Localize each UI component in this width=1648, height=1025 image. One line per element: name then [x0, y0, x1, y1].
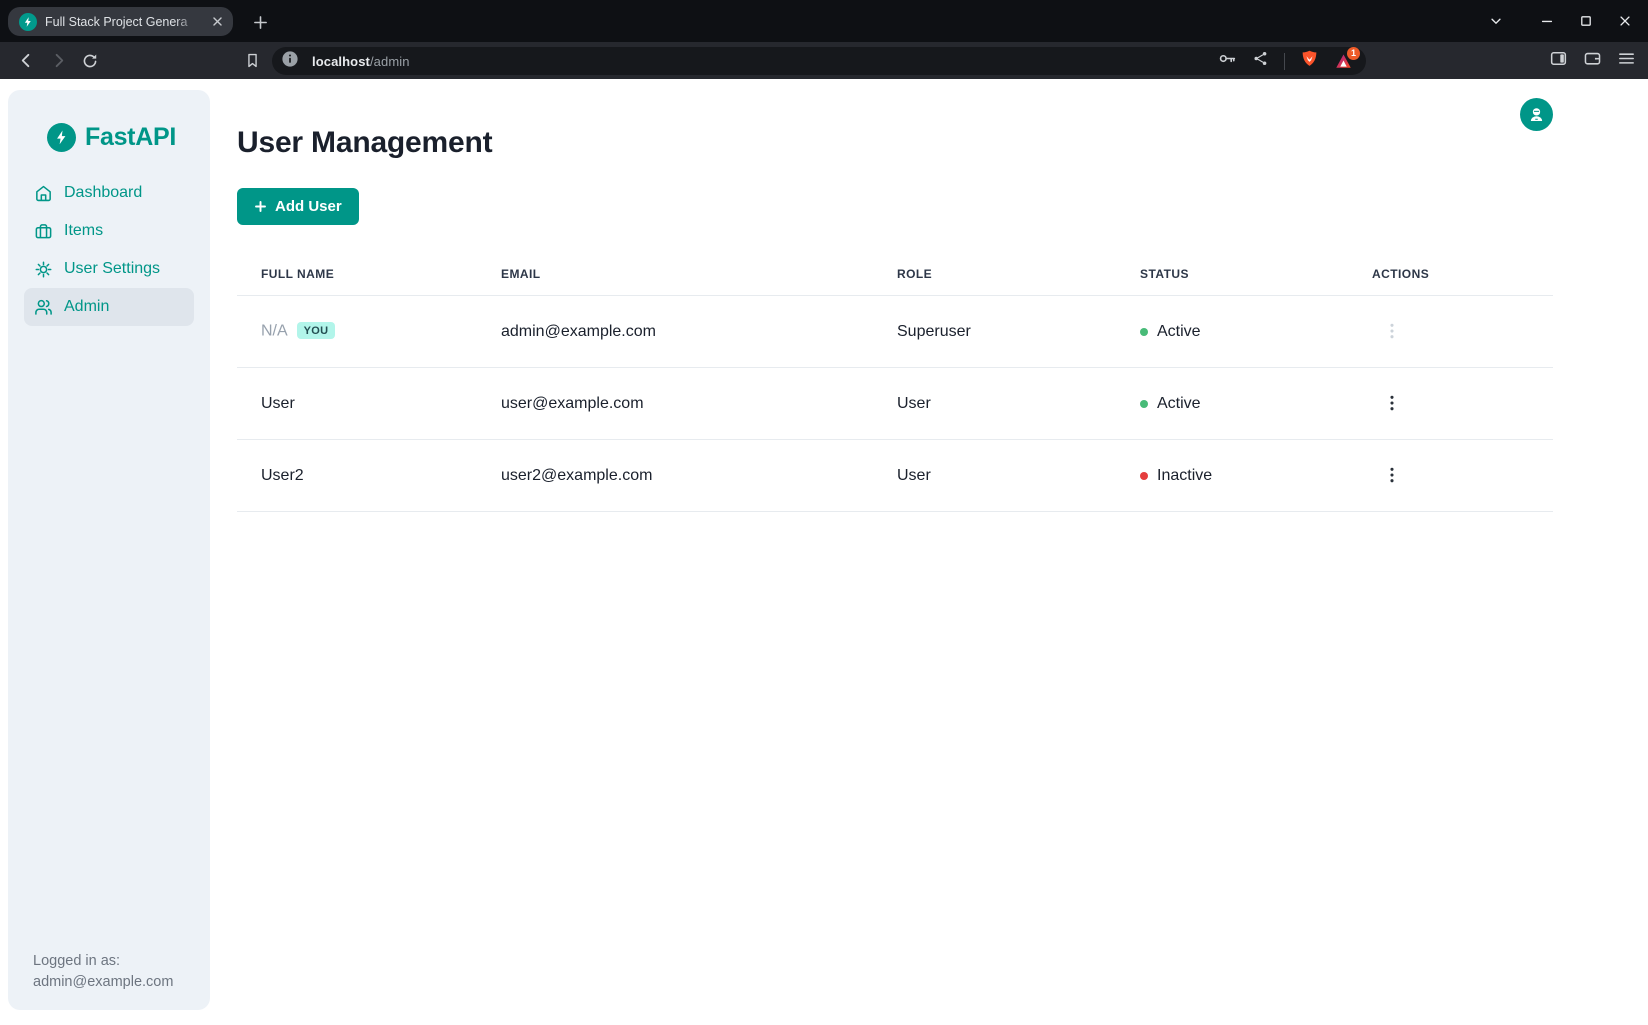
sidebar-nav: Dashboard Items User Settings Admin	[24, 174, 194, 326]
row-actions-menu-button[interactable]	[1384, 463, 1400, 487]
brave-shield-icon[interactable]	[1300, 49, 1319, 73]
you-badge: YOU	[297, 322, 336, 339]
cell-status: Active	[1157, 395, 1201, 413]
fastapi-favicon-icon	[19, 13, 37, 31]
url-path: /admin	[370, 54, 410, 69]
wallet-icon[interactable]	[1583, 49, 1602, 73]
table-row: User2 user2@example.com User Inactive	[237, 440, 1553, 512]
kebab-icon	[1390, 467, 1394, 483]
logo-text: FastAPI	[85, 123, 176, 152]
status-dot	[1140, 328, 1148, 336]
gear-icon	[34, 260, 53, 279]
col-role: ROLE	[873, 261, 1116, 296]
fastapi-bolt-icon	[47, 123, 76, 152]
logged-in-email: admin@example.com	[33, 972, 173, 993]
col-actions: ACTIONS	[1348, 261, 1553, 296]
new-tab-button[interactable]	[247, 9, 273, 35]
tab-close-icon[interactable]	[211, 15, 224, 28]
window-controls	[1483, 0, 1638, 42]
sidebar-item-label: Items	[64, 222, 103, 240]
main-content: User Management Add User FULL NAME EMAIL…	[237, 79, 1553, 512]
table-row: User user@example.com User Active	[237, 368, 1553, 440]
url-host: localhost	[312, 54, 370, 69]
sidebar-item-dashboard[interactable]: Dashboard	[24, 174, 194, 212]
brave-rewards-icon[interactable]: 1	[1334, 52, 1353, 71]
kebab-icon	[1390, 395, 1394, 411]
url-bar[interactable]: localhost/admin 1	[272, 47, 1366, 75]
row-actions-menu-button[interactable]	[1384, 391, 1400, 415]
browser-tab[interactable]: Full Stack Project Genera	[8, 7, 233, 36]
logged-in-info: Logged in as: admin@example.com	[33, 951, 173, 993]
user-menu-button[interactable]	[1520, 98, 1553, 131]
sidebar-item-user-settings[interactable]: User Settings	[24, 250, 194, 288]
kebab-icon	[1390, 323, 1394, 339]
share-icon[interactable]	[1252, 50, 1269, 72]
rewards-count-badge: 1	[1347, 47, 1360, 60]
cell-role: User	[873, 368, 1116, 440]
browser-tab-strip: Full Stack Project Genera	[0, 0, 1648, 42]
fastapi-logo: FastAPI	[47, 123, 210, 152]
minimize-button[interactable]	[1534, 8, 1560, 34]
briefcase-icon	[34, 222, 53, 241]
add-user-label: Add User	[275, 198, 342, 215]
menu-hamburger-icon[interactable]	[1617, 49, 1636, 73]
back-button[interactable]	[12, 47, 40, 75]
sidebar-item-items[interactable]: Items	[24, 212, 194, 250]
browser-toolbar: localhost/admin 1	[0, 42, 1648, 79]
url-text: localhost/admin	[312, 54, 410, 69]
col-full-name: FULL NAME	[237, 261, 477, 296]
sidebar-item-label: Admin	[64, 298, 109, 316]
cell-full-name: User2	[237, 440, 477, 512]
cell-email: user@example.com	[477, 368, 873, 440]
bookmark-icon[interactable]	[238, 47, 266, 75]
close-window-button[interactable]	[1612, 8, 1638, 34]
col-status: STATUS	[1116, 261, 1348, 296]
col-email: EMAIL	[477, 261, 873, 296]
cell-status: Inactive	[1157, 467, 1212, 485]
toolbar-divider	[1284, 53, 1285, 70]
tab-search-chevron-icon[interactable]	[1483, 8, 1509, 34]
users-table: FULL NAME EMAIL ROLE STATUS ACTIONS N/A Y…	[237, 261, 1553, 512]
sidebar-item-admin[interactable]: Admin	[24, 288, 194, 326]
site-info-icon[interactable]	[281, 50, 299, 73]
table-header-row: FULL NAME EMAIL ROLE STATUS ACTIONS	[237, 261, 1553, 296]
table-row: N/A YOU admin@example.com Superuser Activ…	[237, 296, 1553, 368]
home-icon	[34, 184, 53, 203]
cell-role: User	[873, 440, 1116, 512]
user-astronaut-icon	[1528, 106, 1545, 123]
sidebar-panel-icon[interactable]	[1549, 49, 1568, 73]
urlbar-actions: 1	[1218, 49, 1353, 73]
add-user-button[interactable]: Add User	[237, 188, 359, 225]
status-dot	[1140, 400, 1148, 408]
reload-button[interactable]	[76, 47, 104, 75]
cell-email: admin@example.com	[477, 296, 873, 368]
plus-icon	[254, 200, 267, 213]
cell-role: Superuser	[873, 296, 1116, 368]
sidebar: FastAPI Dashboard Items User Settings Ad…	[8, 90, 210, 1010]
page-title: User Management	[237, 79, 1553, 160]
sidebar-item-label: Dashboard	[64, 184, 142, 202]
admin-page: FastAPI Dashboard Items User Settings Ad…	[0, 79, 1648, 1025]
tab-title: Full Stack Project Genera	[45, 15, 203, 29]
forward-button[interactable]	[44, 47, 72, 75]
toolbar-right-actions	[1549, 42, 1636, 79]
users-icon	[34, 298, 53, 317]
logged-in-label: Logged in as:	[33, 951, 173, 972]
password-key-icon[interactable]	[1218, 49, 1237, 73]
cell-status: Active	[1157, 323, 1201, 341]
cell-full-name: N/A	[261, 323, 288, 340]
row-actions-menu-button[interactable]	[1384, 319, 1400, 343]
sidebar-item-label: User Settings	[64, 260, 160, 278]
cell-email: user2@example.com	[477, 440, 873, 512]
status-dot	[1140, 472, 1148, 480]
cell-full-name: User	[237, 368, 477, 440]
maximize-button[interactable]	[1573, 8, 1599, 34]
